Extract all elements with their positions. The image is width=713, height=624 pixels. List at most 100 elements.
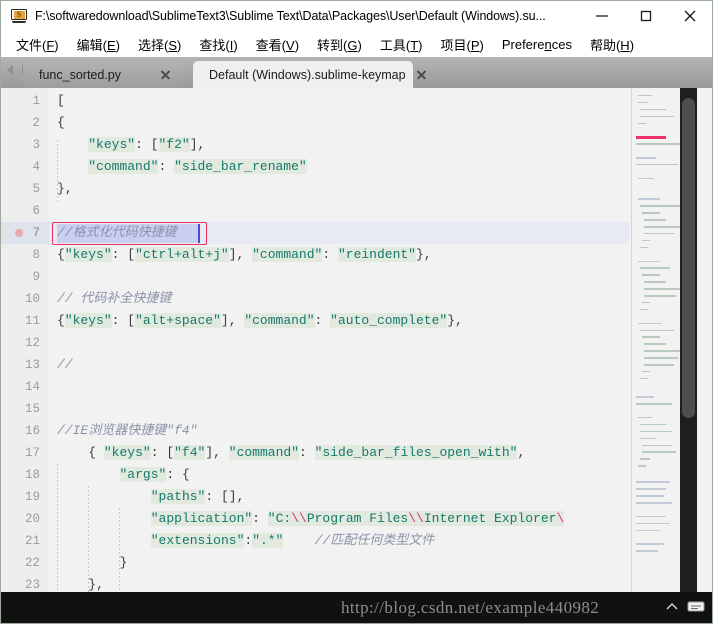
menu-item-5[interactable]: 转到(G)	[308, 32, 371, 57]
line-number: 5	[32, 182, 40, 196]
menu-item-3[interactable]: 查找(I)	[190, 32, 246, 57]
code-line[interactable]: {"keys": ["ctrl+alt+j"], "command": "rei…	[57, 244, 432, 266]
code-line[interactable]: //格式化代码快捷键	[57, 222, 177, 244]
minimap-line	[640, 246, 648, 249]
code-line[interactable]: //IE浏览器快捷键"f4"	[57, 420, 197, 442]
code-line[interactable]: { "keys": ["f4"], "command": "side_bar_f…	[57, 442, 525, 464]
code-comment: //IE浏览器快捷键"f4"	[57, 423, 198, 438]
tab-label: func_sorted.py	[39, 67, 121, 82]
tab-inactive-0[interactable]: func_sorted.py	[23, 61, 183, 88]
line-number: 1	[32, 94, 40, 108]
minimap-line	[638, 322, 662, 325]
code-string: "application"	[150, 511, 253, 526]
minimap-line	[644, 219, 666, 221]
minimap-line	[638, 198, 660, 200]
scrollbar-thumb[interactable]	[682, 98, 695, 418]
tab-label: Default (Windows).sublime-keymap	[209, 67, 406, 82]
minimap-line	[636, 157, 656, 159]
minimap[interactable]	[631, 88, 697, 623]
minimap-line	[640, 329, 674, 332]
line-number: 18	[24, 468, 40, 482]
minimap-line	[642, 336, 660, 338]
code-string: "C:\\Program Files\\Internet Explorer\	[267, 511, 565, 526]
minimap-line	[636, 136, 666, 140]
minimap-line	[638, 465, 646, 467]
line-marker-dot	[15, 229, 23, 237]
code-line[interactable]: },	[57, 178, 73, 200]
code-string: "command"	[252, 247, 323, 262]
code-string: "ctrl+alt+j"	[135, 247, 229, 262]
menu-item-6[interactable]: 工具(T)	[371, 32, 432, 57]
minimap-line	[638, 94, 652, 97]
code-line[interactable]: "application": "C:\\Program Files\\Inter…	[57, 508, 565, 530]
tab-close-icon[interactable]	[160, 69, 171, 80]
menu-item-8[interactable]: Preferences	[493, 34, 581, 55]
menu-item-label: Preferences	[501, 36, 572, 52]
code-line[interactable]: "paths": [],	[57, 486, 244, 508]
code-line[interactable]: {	[57, 112, 65, 134]
minimap-line	[638, 177, 654, 180]
code-line[interactable]: }	[57, 552, 128, 574]
code-line[interactable]: "command": "side_bar_rename"	[57, 156, 307, 178]
line-number: 10	[24, 292, 40, 306]
code-comment: //匹配任何类型文件	[314, 533, 435, 548]
minimap-line	[640, 108, 666, 111]
code-comment: //格式化代码快捷键	[57, 225, 177, 240]
menu-item-label: 文件(F)	[16, 37, 59, 53]
chevron-up-icon[interactable]	[664, 600, 680, 614]
code-string: "command"	[228, 445, 299, 460]
menu-item-7[interactable]: 项目(P)	[431, 32, 492, 57]
menu-item-label: 项目(P)	[440, 37, 484, 53]
minimap-line	[638, 122, 646, 125]
code-line[interactable]: "keys": ["f2"],	[57, 134, 205, 156]
code-pane[interactable]: [{ "keys": ["f2"], "command": "side_bar_…	[49, 88, 629, 623]
menu-item-1[interactable]: 编辑(E)	[68, 32, 129, 57]
code-line[interactable]: {"keys": ["alt+space"], "command": "auto…	[57, 310, 463, 332]
ime-tray-icon[interactable]	[686, 599, 706, 614]
line-number: 19	[24, 490, 40, 504]
code-string: "args"	[119, 467, 167, 482]
title-bar: S F:\softwaredownload\SublimeText3\Subli…	[1, 1, 712, 31]
minimap-line	[642, 301, 650, 304]
editor-area[interactable]: 1234567891011121314151617181920212223242…	[1, 88, 712, 623]
code-line[interactable]: // 代码补全快捷键	[57, 288, 171, 310]
code-line[interactable]: //	[57, 354, 73, 376]
minimap-line	[640, 205, 680, 207]
tab-close-icon[interactable]	[416, 69, 427, 80]
code-string: "f4"	[174, 445, 206, 460]
code-line[interactable]: "args": {	[57, 464, 190, 486]
tab-nav-back-icon[interactable]	[5, 64, 16, 76]
code-line[interactable]: "extensions":".*" //匹配任何类型文件	[57, 530, 434, 552]
current-line-gutter-highlight	[1, 222, 49, 244]
code-string: "keys"	[103, 445, 151, 460]
code-string: "f2"	[158, 137, 190, 152]
minimap-line	[644, 288, 684, 290]
menu-item-4[interactable]: 查看(V)	[247, 32, 308, 57]
maximize-button[interactable]	[624, 1, 668, 31]
minimap-line	[640, 115, 674, 118]
code-string: "command"	[88, 159, 159, 174]
close-button[interactable]	[668, 1, 712, 31]
line-number: 21	[24, 534, 40, 548]
line-number: 15	[24, 402, 40, 416]
tab-active-1[interactable]: Default (Windows).sublime-keymap	[193, 61, 413, 88]
minimap-line	[644, 357, 678, 359]
menu-item-9[interactable]: 帮助(H)	[581, 32, 643, 57]
menu-item-label: 转到(G)	[317, 37, 362, 53]
minimize-button[interactable]	[580, 1, 624, 31]
minimap-scrollbar[interactable]	[680, 88, 697, 623]
minimap-line	[636, 163, 678, 166]
minimap-line	[642, 212, 660, 214]
menu-item-2[interactable]: 选择(S)	[129, 32, 190, 57]
minimap-line	[642, 444, 672, 447]
line-number: 2	[32, 116, 40, 130]
menu-item-0[interactable]: 文件(F)	[7, 32, 68, 57]
minimap-line	[642, 239, 650, 242]
minimap-line	[636, 515, 666, 518]
minimap-line	[644, 281, 666, 283]
line-number: 8	[32, 248, 40, 262]
minimap-line	[640, 458, 650, 460]
code-line[interactable]: [	[57, 90, 65, 112]
minimap-line	[644, 343, 666, 345]
minimap-line	[642, 274, 660, 276]
